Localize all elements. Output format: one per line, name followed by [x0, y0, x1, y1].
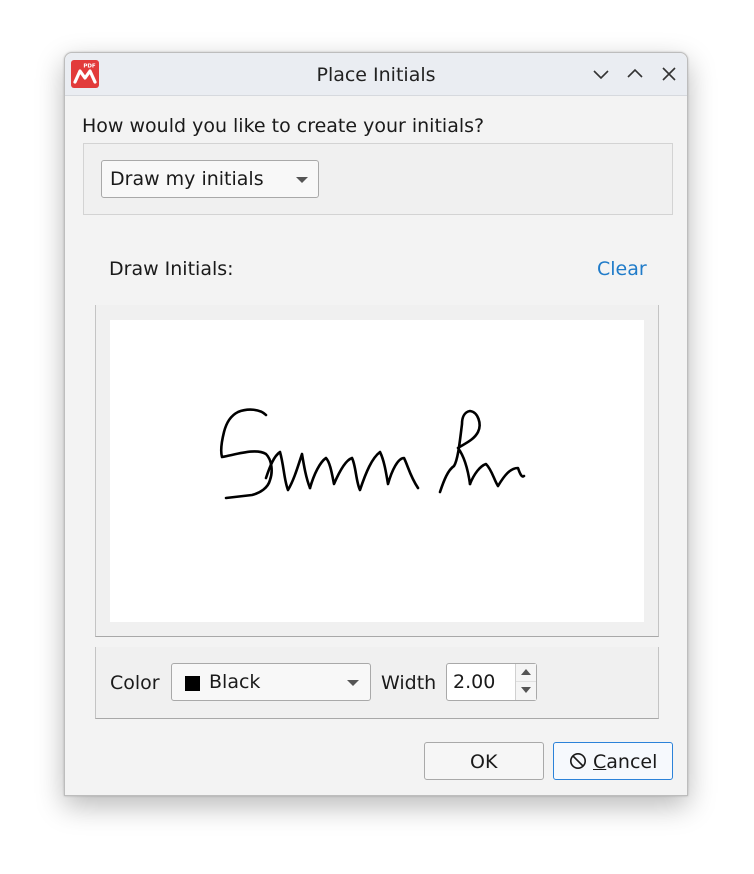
dropdown-arrow-icon [347, 680, 359, 686]
spin-up-icon [521, 669, 531, 675]
cancel-icon [570, 753, 586, 769]
initials-drawing-canvas[interactable] [110, 320, 644, 622]
draw-initials-label: Draw Initials: [109, 258, 234, 280]
width-value: 2.00 [453, 671, 496, 693]
chevron-up-icon [627, 68, 643, 78]
cancel-mnemonic: C [593, 751, 607, 773]
creation-method-value: Draw my initials [110, 168, 264, 190]
creation-method-prompt: How would you like to create your initia… [82, 115, 485, 137]
dropdown-arrow-icon [296, 177, 308, 183]
drawing-area-frame [95, 305, 659, 637]
drawn-initials-strokes [219, 408, 526, 500]
chevron-down-icon [593, 70, 609, 80]
ok-button-label: OK [470, 751, 498, 773]
color-value: Black [209, 671, 261, 693]
cancel-label-rest: ancel [606, 751, 658, 773]
creation-method-dropdown[interactable]: Draw my initials [101, 160, 319, 198]
color-label: Color [110, 672, 160, 694]
close-icon [662, 67, 676, 81]
ok-button[interactable]: OK [424, 742, 544, 780]
width-label: Width [381, 672, 437, 694]
color-swatch [185, 676, 200, 691]
creation-method-group: Draw my initials [83, 143, 673, 215]
clear-link[interactable]: Clear [597, 258, 647, 280]
spin-down-icon [521, 687, 531, 693]
width-spinbox[interactable]: 2.00 [446, 663, 537, 701]
width-decrease-button[interactable] [516, 682, 536, 700]
minimize-button[interactable] [589, 62, 613, 86]
cancel-button-label: Cancel [593, 751, 657, 773]
maximize-button[interactable] [623, 62, 647, 86]
stroke-options-frame: Color Black Width 2.00 [95, 647, 659, 719]
cancel-button[interactable]: Cancel [553, 742, 673, 780]
width-spin-buttons [515, 664, 536, 700]
title-bar[interactable]: PDF Place Initials [65, 53, 687, 96]
close-button[interactable] [657, 62, 681, 86]
color-dropdown[interactable]: Black [171, 663, 371, 701]
place-initials-dialog: PDF Place Initials How would you like to… [64, 52, 688, 796]
width-increase-button[interactable] [516, 664, 536, 682]
